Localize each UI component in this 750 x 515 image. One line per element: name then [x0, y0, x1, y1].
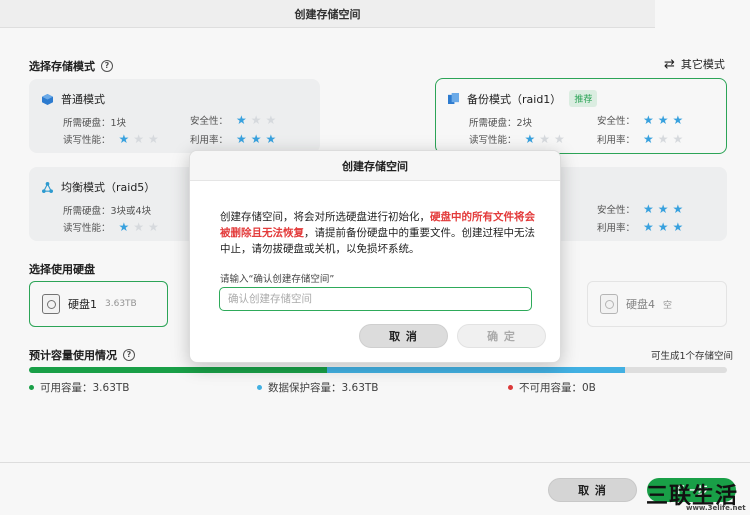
confirm-dialog: 创建存储空间 创建存储空间，将会对所选硬盘进行初始化，硬盘中的所有文件将会被删除… [189, 150, 561, 363]
confirm-text-input[interactable] [219, 287, 532, 311]
watermark-logo: 三联生活 www.3elife.net [646, 484, 746, 512]
dialog-confirm-button[interactable]: 确 定 [457, 324, 546, 348]
dialog-cancel-button[interactable]: 取 消 [359, 324, 448, 348]
dialog-title: 创建存储空间 [190, 151, 560, 181]
input-label: 请输入“确认创建存储空间” [220, 274, 335, 285]
dialog-message: 创建存储空间，将会对所选硬盘进行初始化，硬盘中的所有文件将会被删除且无法恢复，请… [220, 211, 535, 255]
